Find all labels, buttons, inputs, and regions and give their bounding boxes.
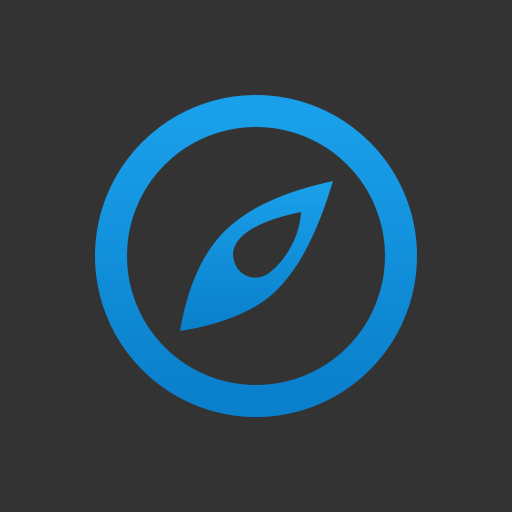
app-icon[interactable] xyxy=(0,0,512,512)
compass-icon xyxy=(0,0,512,512)
